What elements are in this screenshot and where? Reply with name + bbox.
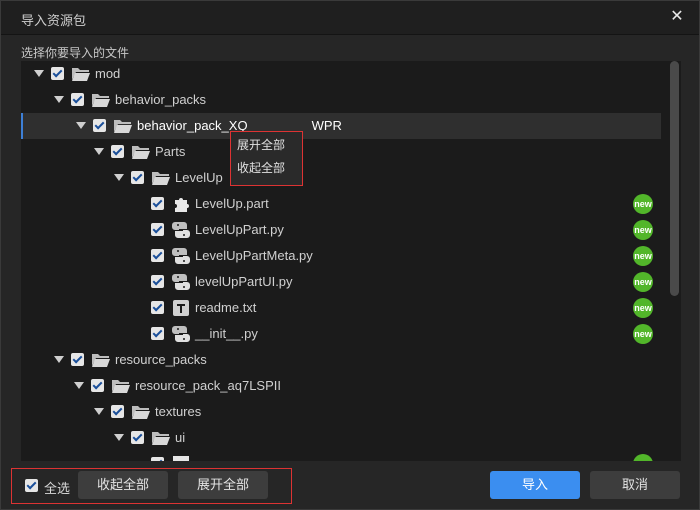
tree-checkbox[interactable] [131,431,144,444]
folder-open-icon [151,169,171,187]
tree-item-label: LevelUpPart.py [195,222,284,237]
image-file-icon [171,455,191,461]
tree-item-label: textures [155,404,202,419]
folder-open-icon [151,429,171,447]
context-collapse-all[interactable]: 收起全部 [237,158,285,178]
tree-row[interactable]: resource_pack_aq7LSPII [21,373,661,399]
tree-checkbox[interactable] [151,249,164,262]
new-badge: new [633,220,653,240]
text-file-icon [171,299,191,317]
tree-scrollbar[interactable] [670,61,679,461]
tree-checkbox[interactable] [151,457,164,461]
context-menu: 展开全部 收起全部 [230,131,303,186]
folder-open-icon [131,403,151,421]
new-badge: new [633,298,653,318]
tree-item-label: LevelUp.part [195,196,269,211]
expand-arrow-icon[interactable] [94,148,104,155]
folder-open-icon [91,351,111,369]
expand-arrow-icon[interactable] [74,382,84,389]
new-badge: new [633,246,653,266]
tree-row[interactable]: __init__.py new [21,321,661,347]
tree-item-label: LevelUpPartMeta.py [195,248,313,263]
tree-item-label: resource_packs [115,352,207,367]
new-badge: new [633,454,653,461]
tree-row[interactable]: LevelUpPartMeta.py new [21,243,661,269]
puzzle-icon [171,195,191,213]
title-bar: 导入资源包 ✕ [1,1,699,35]
cancel-button[interactable]: 取消 [590,471,680,499]
python-icon [171,247,191,265]
tree-item-label: levelUpPartUI.py [195,274,293,289]
tree-item-label: mod [95,66,121,81]
dialog-title: 导入资源包 [21,13,87,28]
folder-open-icon [111,377,131,395]
tree-row[interactable]: behavior_packs [21,87,661,113]
tree-checkbox[interactable] [111,145,124,158]
select-all-label: 全选 [44,481,71,496]
tree-checkbox[interactable] [151,327,164,340]
tree-item-label: resource_pack_aq7LSPII [135,378,281,393]
import-dialog: 导入资源包 ✕ 选择你要导入的文件 new ui textures resource_… [0,0,700,510]
tree-checkbox[interactable] [91,379,104,392]
new-badge: new [633,194,653,214]
python-icon [171,221,191,239]
expand-arrow-icon[interactable] [114,434,124,441]
expand-arrow-icon[interactable] [54,96,64,103]
tree-checkbox[interactable] [131,171,144,184]
tree-row[interactable]: LevelUp [21,165,661,191]
expand-arrow-icon[interactable] [34,70,44,77]
collapse-all-button[interactable]: 收起全部 [78,471,168,499]
tree-row[interactable]: mod [21,61,661,87]
expand-arrow-icon[interactable] [114,174,124,181]
select-all-checkbox[interactable] [25,479,38,492]
tree-checkbox[interactable] [151,301,164,314]
tree-checkbox[interactable] [111,405,124,418]
tree-row[interactable]: textures [21,399,661,425]
tree-row[interactable]: LevelUpPart.py new [21,217,661,243]
tree-checkbox[interactable] [71,93,84,106]
close-icon[interactable]: ✕ [667,7,687,27]
tree-row[interactable]: levelUpPartUI.py new [21,269,661,295]
expand-all-button[interactable]: 展开全部 [178,471,268,499]
tree-row[interactable]: LevelUp.part new [21,191,661,217]
file-tree: new ui textures resource_pack_aq7LSPII resou… [21,61,681,461]
tree-checkbox[interactable] [93,119,106,132]
tree-item-label: readme.txt [195,300,257,315]
expand-arrow-icon[interactable] [94,408,104,415]
tree-checkbox[interactable] [151,197,164,210]
folder-open-icon [71,65,91,83]
tree-row[interactable]: new [21,451,661,461]
tree-item-label: LevelUp [175,170,223,185]
tree-checkbox[interactable] [151,223,164,236]
tree-row[interactable]: Parts [21,139,661,165]
new-badge: new [633,324,653,344]
scroll-thumb[interactable] [670,61,679,296]
expand-arrow-icon[interactable] [76,122,86,129]
tree-item-label-tail: WPR [311,118,342,133]
expand-arrow-icon[interactable] [54,356,64,363]
tree-row[interactable]: behavior_pack_XQ WPR [21,113,661,139]
tree-item-label: __init__.py [195,326,258,341]
tree-instruction: 选择你要导入的文件 [21,46,130,60]
folder-open-icon [91,91,111,109]
tree-item-label: behavior_packs [115,92,207,107]
context-expand-all[interactable]: 展开全部 [237,135,285,155]
tree-checkbox[interactable] [71,353,84,366]
python-icon [171,273,191,291]
tree-row[interactable]: ui [21,425,661,451]
tree-row[interactable]: resource_packs [21,347,661,373]
tree-checkbox[interactable] [51,67,64,80]
tree-row[interactable]: readme.txt new [21,295,661,321]
tree-item-label: ui [175,430,186,445]
folder-open-icon [131,143,151,161]
folder-open-icon [113,117,133,135]
tree-checkbox[interactable] [151,275,164,288]
python-icon [171,325,191,343]
tree-item-label: Parts [155,144,186,159]
new-badge: new [633,272,653,292]
import-button[interactable]: 导入 [490,471,580,499]
